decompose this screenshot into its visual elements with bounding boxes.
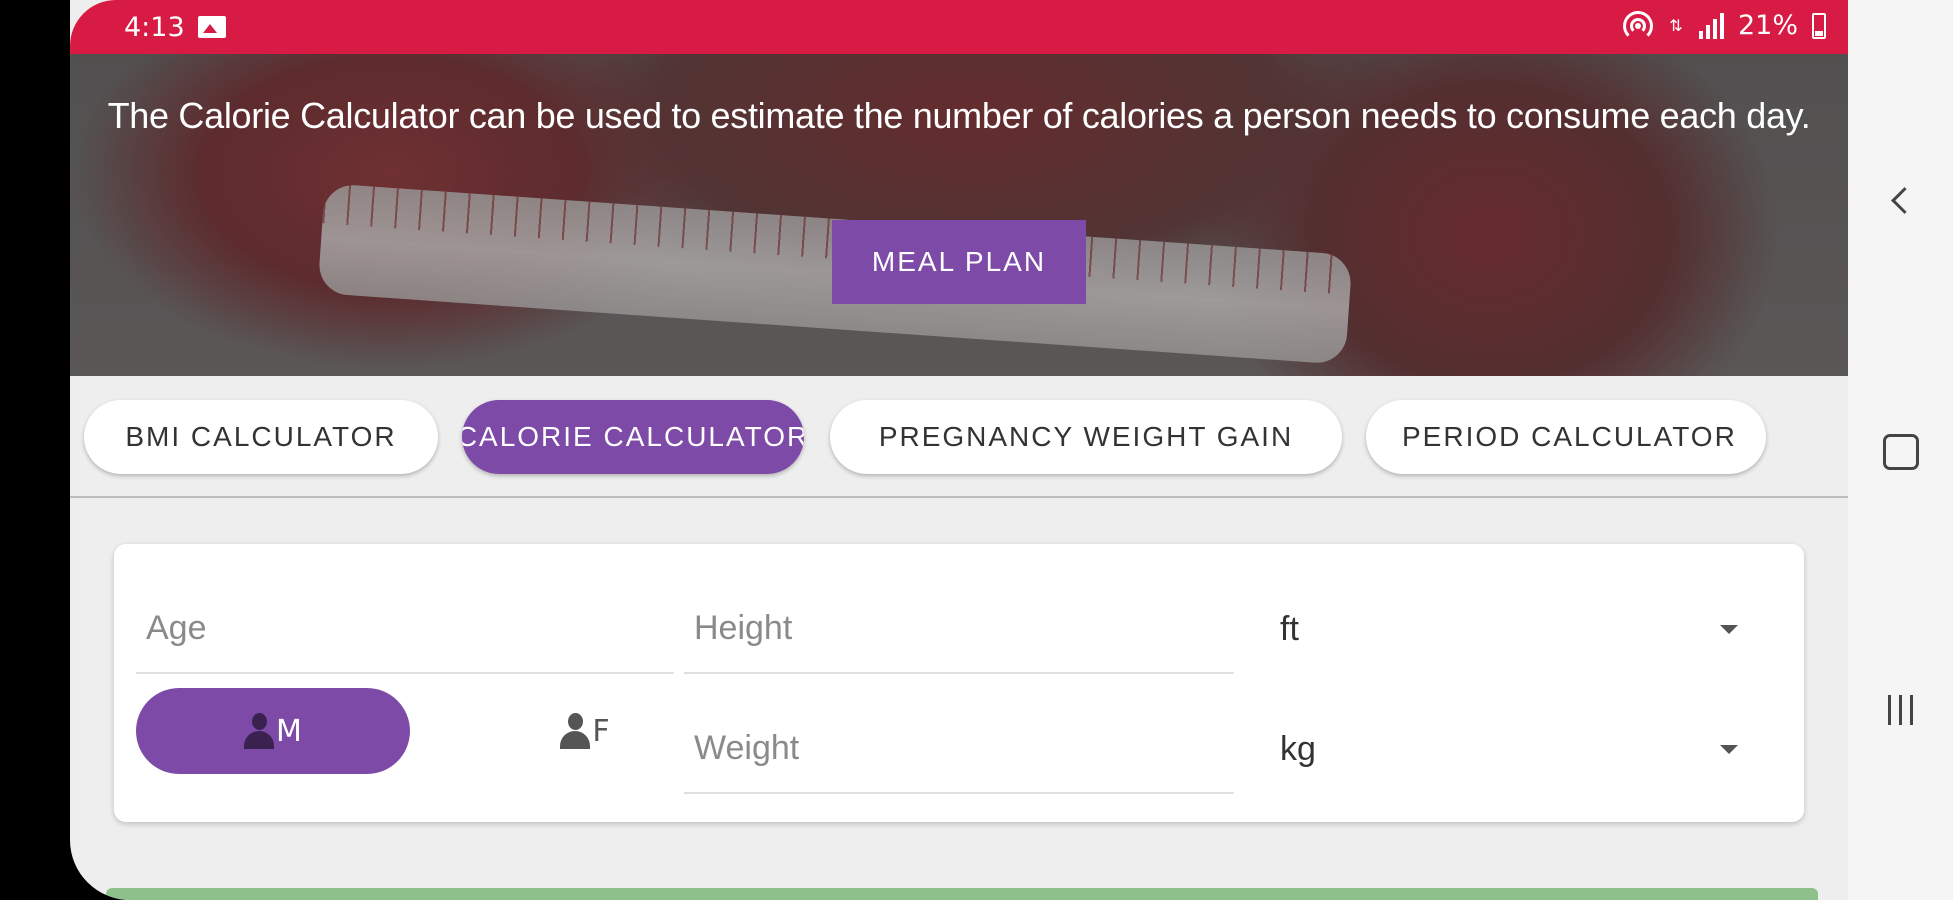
navigation-bar [1848, 0, 1953, 900]
status-time: 4:13 [124, 12, 185, 43]
signal-icon [1698, 12, 1724, 39]
battery-percent: 21% [1737, 10, 1798, 41]
male-button[interactable]: M [136, 688, 410, 774]
home-icon[interactable] [1848, 432, 1953, 472]
battery-icon [1812, 12, 1826, 39]
chevron-down-icon [1720, 624, 1738, 634]
weight-unit-value: kg [1280, 729, 1316, 768]
recents-icon[interactable] [1848, 690, 1953, 730]
status-bar: 4:13 ⇅ 21% [70, 0, 1848, 54]
gallery-icon [198, 16, 226, 38]
hotspot-icon [1622, 10, 1653, 41]
weight-field[interactable] [684, 704, 1234, 794]
height-unit-value: ft [1280, 609, 1299, 648]
hero-description: The Calorie Calculator can be used to es… [107, 95, 1811, 136]
tab-period-calculator[interactable]: PERIOD CALCULATOR [1366, 400, 1766, 474]
female-label: F [592, 713, 610, 749]
height-input[interactable] [684, 584, 1234, 672]
chevron-down-icon [1720, 744, 1738, 754]
meal-plan-button[interactable]: MEAL PLAN [832, 220, 1086, 304]
back-icon[interactable] [1848, 180, 1953, 220]
results-bar [106, 888, 1818, 900]
data-icon: ⇅ [1669, 15, 1683, 35]
hero-banner: The Calorie Calculator can be used to es… [70, 54, 1848, 376]
female-button[interactable]: F [500, 688, 670, 774]
height-field[interactable] [684, 584, 1234, 674]
person-icon [560, 713, 591, 749]
tab-bmi-calculator[interactable]: BMI CALCULATOR [84, 400, 438, 474]
weight-unit-select[interactable]: kg [1280, 704, 1756, 794]
status-icons: ⇅ 21% [1622, 10, 1826, 41]
male-label: M [276, 713, 302, 749]
height-unit-select[interactable]: ft [1280, 584, 1756, 674]
tab-pregnancy-weight-gain[interactable]: PREGNANCY WEIGHT GAIN [830, 400, 1342, 474]
tab-calorie-calculator[interactable]: CALORIE CALCULATOR [462, 400, 804, 474]
weight-input[interactable] [684, 704, 1234, 792]
person-icon [244, 713, 275, 749]
app-screen: 4:13 ⇅ 21% The Calorie Calculator can be… [70, 0, 1848, 900]
calorie-form-card: ft M F kg [114, 544, 1804, 822]
calculator-tabs: BMI CALCULATOR CALORIE CALCULATOR PREGNA… [70, 376, 1848, 498]
age-field[interactable] [136, 584, 674, 674]
age-input[interactable] [136, 584, 674, 672]
